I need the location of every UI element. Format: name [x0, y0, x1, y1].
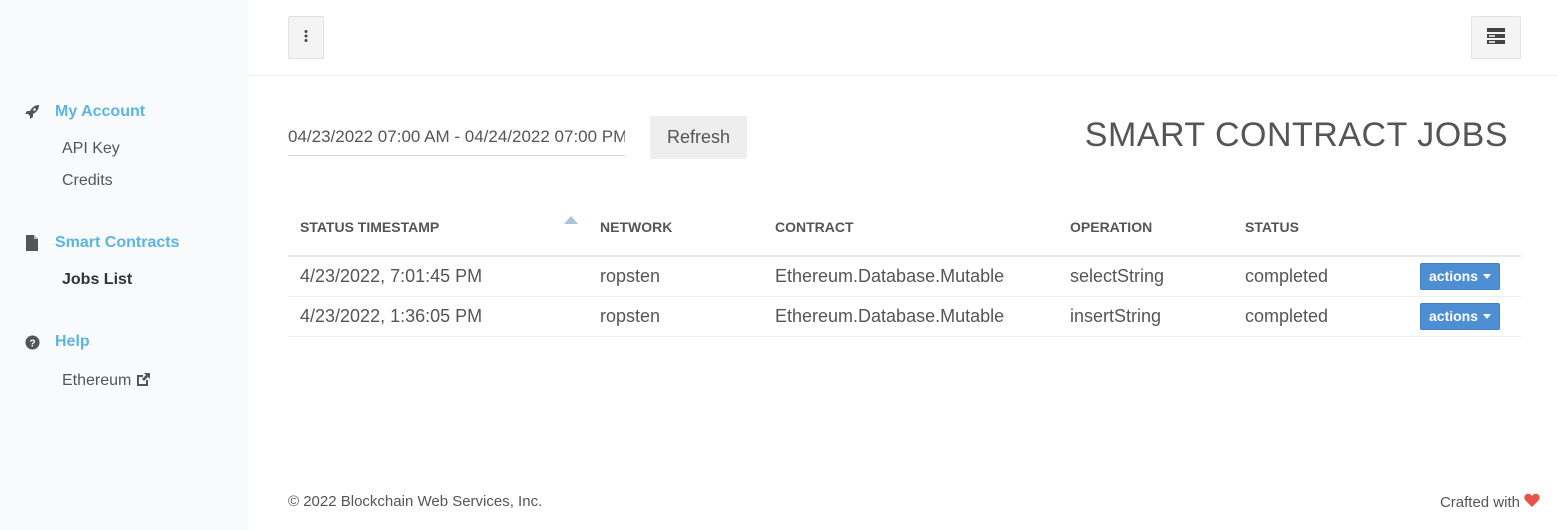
cell-actions: actions [1408, 256, 1521, 297]
top-bar [249, 0, 1558, 76]
footer-copyright: © 2022 Blockchain Web Services, Inc. [288, 493, 543, 510]
cell-actions: actions [1408, 296, 1521, 337]
nav-section-account: My Account API Key Credits [0, 100, 248, 197]
nav-item-ethereum-label: Ethereum [62, 372, 132, 389]
nav-header-my-account[interactable]: My Account [0, 100, 248, 124]
nav-header-label: My Account [55, 103, 146, 120]
table-row: 4/23/2022, 1:36:05 PM ropsten Ethereum.D… [288, 296, 1521, 337]
cell-operation: insertString [1058, 296, 1233, 337]
footer-crafted: Crafted with [1440, 493, 1540, 511]
actions-label: actions [1429, 308, 1479, 324]
actions-dropdown-button[interactable]: actions [1420, 262, 1501, 290]
column-header-status[interactable]: STATUS [1233, 198, 1408, 257]
cell-network: ropsten [588, 296, 763, 337]
file-icon [24, 235, 40, 251]
caret-down-icon [1483, 313, 1492, 319]
column-header-actions [1408, 198, 1521, 257]
external-link-icon [135, 367, 151, 399]
column-header-label: STATUS TIMESTAMP [300, 218, 440, 235]
sort-ascending-icon [564, 216, 578, 224]
table-header-row: STATUS TIMESTAMP NETWORK CONTRACT OPERAT… [288, 198, 1521, 257]
nav-item-ethereum[interactable]: Ethereum [62, 365, 248, 397]
layout-toggle-button[interactable] [1471, 16, 1521, 59]
footer-crafted-label: Crafted with [1439, 493, 1520, 511]
nav-section-smart-contracts: Smart Contracts Jobs List [0, 231, 248, 296]
sidebar: My Account API Key Credits Smart Contrac… [0, 0, 248, 530]
actions-label: actions [1429, 268, 1479, 285]
nav-header-help[interactable]: ? Help [0, 330, 248, 354]
nav-header-smart-contracts[interactable]: Smart Contracts [0, 231, 248, 255]
svg-text:?: ? [29, 338, 35, 349]
table-row: 4/23/2022, 7:01:45 PM ropsten Ethereum.D… [288, 256, 1521, 297]
cell-network: ropsten [588, 256, 763, 297]
cell-contract: Ethereum.Database.Mutable [763, 296, 1058, 337]
cell-timestamp: 4/23/2022, 1:36:05 PM [288, 296, 588, 337]
date-range-input[interactable] [288, 118, 625, 156]
actions-dropdown-button[interactable]: actions [1420, 302, 1501, 330]
column-header-network[interactable]: NETWORK [588, 198, 763, 257]
nav-item-api-key[interactable]: API Key [62, 133, 248, 165]
cell-status: completed [1233, 296, 1408, 337]
nav-header-label: Help [55, 333, 90, 350]
nav-item-jobs-list[interactable]: Jobs List [62, 264, 248, 296]
rocket-icon [24, 104, 40, 120]
cell-contract: Ethereum.Database.Mutable [763, 256, 1058, 297]
page-title: SMART CONTRACT JOBS [1084, 116, 1508, 154]
column-header-contract[interactable]: CONTRACT [763, 198, 1058, 257]
column-header-status-timestamp[interactable]: STATUS TIMESTAMP [288, 198, 588, 257]
layout-toggle-icon [1487, 28, 1505, 47]
question-circle-icon: ? [24, 334, 40, 350]
nav-header-label: Smart Contracts [55, 234, 180, 251]
jobs-table: STATUS TIMESTAMP NETWORK CONTRACT OPERAT… [288, 198, 1521, 337]
nav-section-help: ? Help Ethereum [0, 330, 248, 397]
menu-toggle-button[interactable] [288, 16, 324, 59]
column-header-operation[interactable]: OPERATION [1058, 198, 1233, 257]
nav-item-credits[interactable]: Credits [62, 165, 248, 197]
refresh-button[interactable]: Refresh [650, 116, 747, 159]
vertical-dots-icon [304, 30, 308, 45]
cell-status: completed [1233, 256, 1408, 297]
caret-down-icon [1483, 273, 1492, 279]
cell-timestamp: 4/23/2022, 7:01:45 PM [288, 256, 588, 297]
cell-operation: selectString [1058, 256, 1233, 297]
heart-icon [1524, 493, 1540, 511]
